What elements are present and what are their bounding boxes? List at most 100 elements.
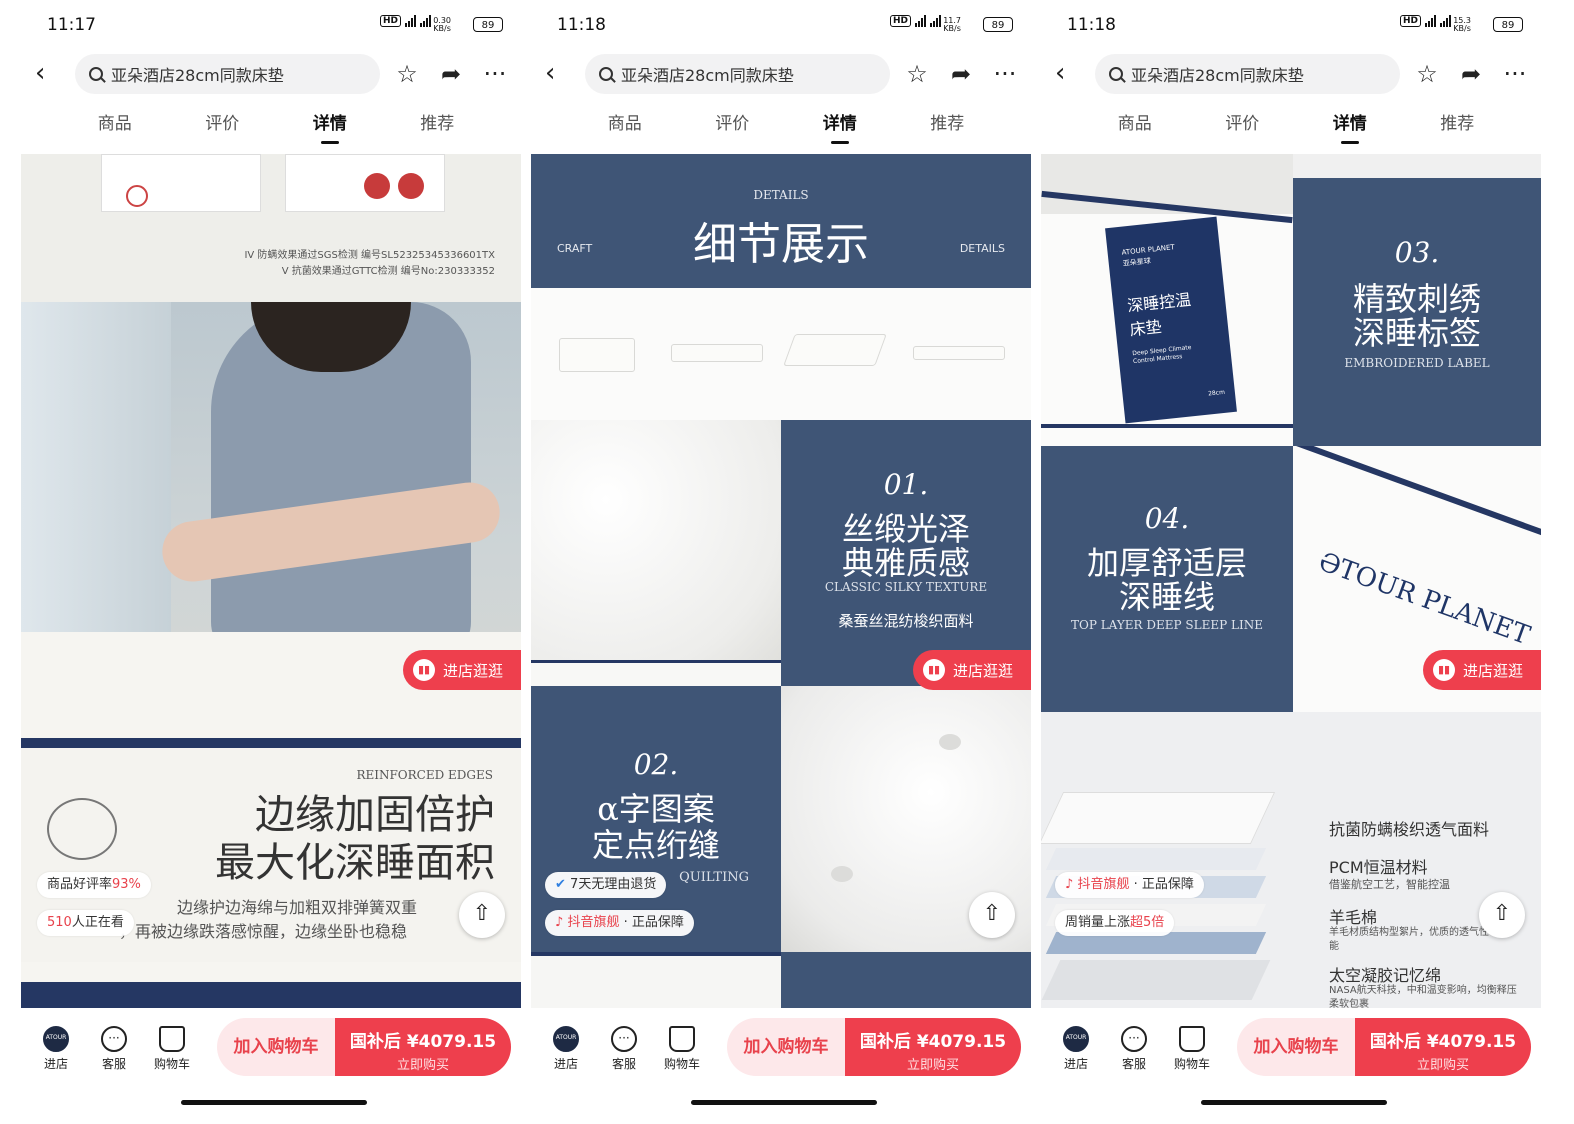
layer-3-desc: 羊毛材质结构型絮片，优质的透气性能 [1329, 927, 1489, 952]
more-icon[interactable]: ··· [1501, 60, 1529, 88]
search-bar[interactable]: 亚朵酒店28cm同款床垫 [585, 54, 890, 94]
share-icon[interactable]: ➦ [947, 60, 975, 88]
star-icon[interactable]: ☆ [1413, 60, 1441, 88]
phone-screen-3: 11:18 15.3 KB/s HD 89 ‹ 亚朵酒店28cm同款床垫 ☆ ➦… [1041, 0, 1551, 1124]
detail-content: ATOUR PLANET 亚朵星球 深睡控温 床垫 Deep Sleep Cli… [1041, 154, 1541, 1008]
detail-04-num: 04. [1144, 502, 1190, 535]
status-bar: 11:17 0.30 KB/s HD 89 [21, 0, 531, 52]
douyin-icon: ♪ [555, 915, 564, 930]
bottom-bar: ATOUR 进店 ··· 客服 购物车 加入购物车 国补后 ¥4079.15 立… [21, 1014, 531, 1084]
search-bar[interactable]: 亚朵酒店28cm同款床垫 [1095, 54, 1400, 94]
mattress-thumb[interactable] [913, 346, 1005, 360]
detail-03-title-2: 深睡标签 [1352, 314, 1481, 352]
store-nav[interactable]: ATOUR 进店 [33, 1026, 79, 1072]
tab-product[interactable]: 商品 [98, 104, 132, 144]
tab-recommend[interactable]: 推荐 [1440, 104, 1474, 144]
visit-shop-button[interactable]: ▮▮ 进店逛逛 [403, 650, 521, 690]
more-icon[interactable]: ··· [481, 60, 509, 88]
star-icon[interactable]: ☆ [903, 60, 931, 88]
network-speed: 0.30 KB/s [433, 16, 451, 33]
back-icon[interactable]: ‹ [35, 60, 63, 88]
mattress-piping [21, 738, 521, 748]
signal-icon [930, 15, 941, 27]
detail-02-title-2: 定点绗缝 [591, 826, 720, 864]
signal-icons: HD [889, 15, 941, 27]
back-icon[interactable]: ‹ [1055, 60, 1083, 88]
tab-reviews[interactable]: 评价 [1225, 104, 1259, 144]
edges-desc-2: ，再被边缘跌落感惊醒，边缘坐卧也稳稳 [119, 922, 408, 941]
cart-nav[interactable]: 购物车 [149, 1026, 195, 1072]
cart-nav[interactable]: 购物车 [1169, 1026, 1215, 1072]
search-icon [89, 67, 103, 81]
tab-product[interactable]: 商品 [608, 104, 642, 144]
tab-recommend[interactable]: 推荐 [930, 104, 964, 144]
label-size: 28cm [1207, 388, 1226, 398]
nav-bar: ‹ 亚朵酒店28cm同款床垫 ☆ ➦ ··· [531, 52, 1041, 96]
store-nav[interactable]: ATOUR 进店 [543, 1026, 589, 1072]
search-bar[interactable]: 亚朵酒店28cm同款床垫 [75, 54, 380, 94]
store-icon: ATOUR [1063, 1026, 1089, 1052]
detail-02-num: 02. [633, 748, 679, 781]
detail-01-desc: 桑蚕丝混纺梭织面料 [838, 612, 974, 630]
bottom-panel [781, 952, 1031, 1008]
share-icon[interactable]: ➦ [437, 60, 465, 88]
buy-now-button[interactable]: 国补后 ¥4079.15 立即购买 [1355, 1018, 1531, 1076]
douyin-icon: ♪ [1065, 877, 1074, 892]
buy-now-button[interactable]: 国补后 ¥4079.15 立即购买 [335, 1018, 511, 1076]
more-icon[interactable]: ··· [991, 60, 1019, 88]
hd-icon: HD [379, 15, 401, 27]
scroll-top-icon[interactable]: ⇧ [969, 892, 1015, 938]
service-icon: ··· [611, 1026, 637, 1052]
add-to-cart-button[interactable]: 加入购物车 [217, 1018, 335, 1076]
viewers-badge: 510人正在看 [37, 910, 134, 936]
nav-bar: ‹ 亚朵酒店28cm同款床垫 ☆ ➦ ··· [21, 52, 531, 96]
share-icon[interactable]: ➦ [1457, 60, 1485, 88]
tab-details[interactable]: 详情 [823, 104, 857, 144]
home-indicator [181, 1100, 367, 1105]
cart-nav[interactable]: 购物车 [659, 1026, 705, 1072]
scroll-top-icon[interactable]: ⇧ [459, 892, 505, 938]
buy-now-button[interactable]: 国补后 ¥4079.15 立即购买 [845, 1018, 1021, 1076]
tab-reviews[interactable]: 评价 [205, 104, 239, 144]
tab-recommend[interactable]: 推荐 [420, 104, 454, 144]
service-nav[interactable]: ··· 客服 [91, 1026, 137, 1072]
star-icon[interactable]: ☆ [393, 60, 421, 88]
mattress-thumb[interactable] [671, 344, 763, 362]
tab-reviews[interactable]: 评价 [715, 104, 749, 144]
mattress-thumb[interactable] [559, 338, 635, 372]
store-nav[interactable]: ATOUR 进店 [1053, 1026, 1099, 1072]
label-cn-1: 深睡控温 [1126, 289, 1192, 316]
hd-icon: HD [889, 15, 911, 27]
visit-shop-button[interactable]: ▮▮ 进店逛逛 [1423, 650, 1541, 690]
status-time: 11:18 [1067, 15, 1116, 35]
signal-icon [915, 15, 926, 27]
phone-screen-2: 11:18 11.7 KB/s HD 89 ‹ 亚朵酒店28cm同款床垫 ☆ ➦… [531, 0, 1041, 1124]
add-to-cart-button[interactable]: 加入购物车 [727, 1018, 845, 1076]
back-icon[interactable]: ‹ [545, 60, 573, 88]
tab-details[interactable]: 详情 [1333, 104, 1367, 144]
detail-content: DETAILS 细节展示 CRAFT DETAILS 01. 丝缎光泽 典雅质感… [531, 154, 1031, 1008]
service-nav[interactable]: ··· 客服 [1111, 1026, 1157, 1072]
layer-2-label: PCM恒温材料 [1329, 858, 1428, 877]
search-icon [1109, 67, 1123, 81]
search-icon [599, 67, 613, 81]
layer-3-label: 羊毛棉 [1329, 908, 1378, 927]
scroll-top-icon[interactable]: ⇧ [1479, 892, 1525, 938]
detail-04-en: TOP LAYER DEEP SLEEP LINE [1070, 618, 1263, 632]
tab-product[interactable]: 商品 [1118, 104, 1152, 144]
detail-01-num: 01. [883, 468, 929, 501]
return-badge: ✔ 7天无理由退货 [545, 872, 667, 898]
bottom-mattress-strip [21, 962, 521, 1008]
home-indicator [691, 1100, 877, 1105]
tab-details[interactable]: 详情 [313, 104, 347, 144]
layer-2-desc: 借鉴航空工艺，智能控温 [1329, 878, 1450, 891]
search-text: 亚朵酒店28cm同款床垫 [621, 66, 794, 85]
add-to-cart-button[interactable]: 加入购物车 [1237, 1018, 1355, 1076]
flagship-badge: ♪ 抖音旗舰 · 正品保障 [545, 910, 694, 936]
tab-bar: 商品 评价 详情 推荐 [21, 104, 531, 144]
bottom-bar: ATOUR 进店 ··· 客服 购物车 加入购物车 国补后 ¥4079.15 立… [531, 1014, 1041, 1084]
service-nav[interactable]: ··· 客服 [601, 1026, 647, 1072]
visit-shop-button[interactable]: ▮▮ 进店逛逛 [913, 650, 1031, 690]
mattress-thumb[interactable] [783, 334, 887, 366]
certificate-image [101, 154, 261, 212]
